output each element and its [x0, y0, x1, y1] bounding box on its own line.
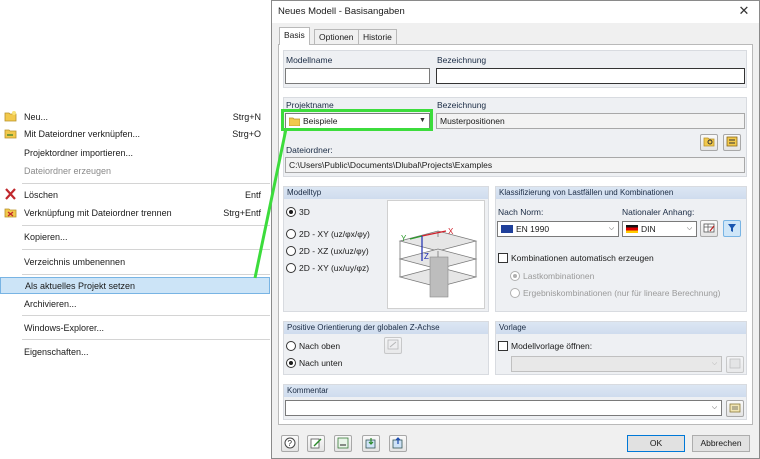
highlight-connector-line [253, 128, 288, 279]
tab-basis[interactable]: Basis [279, 27, 310, 45]
